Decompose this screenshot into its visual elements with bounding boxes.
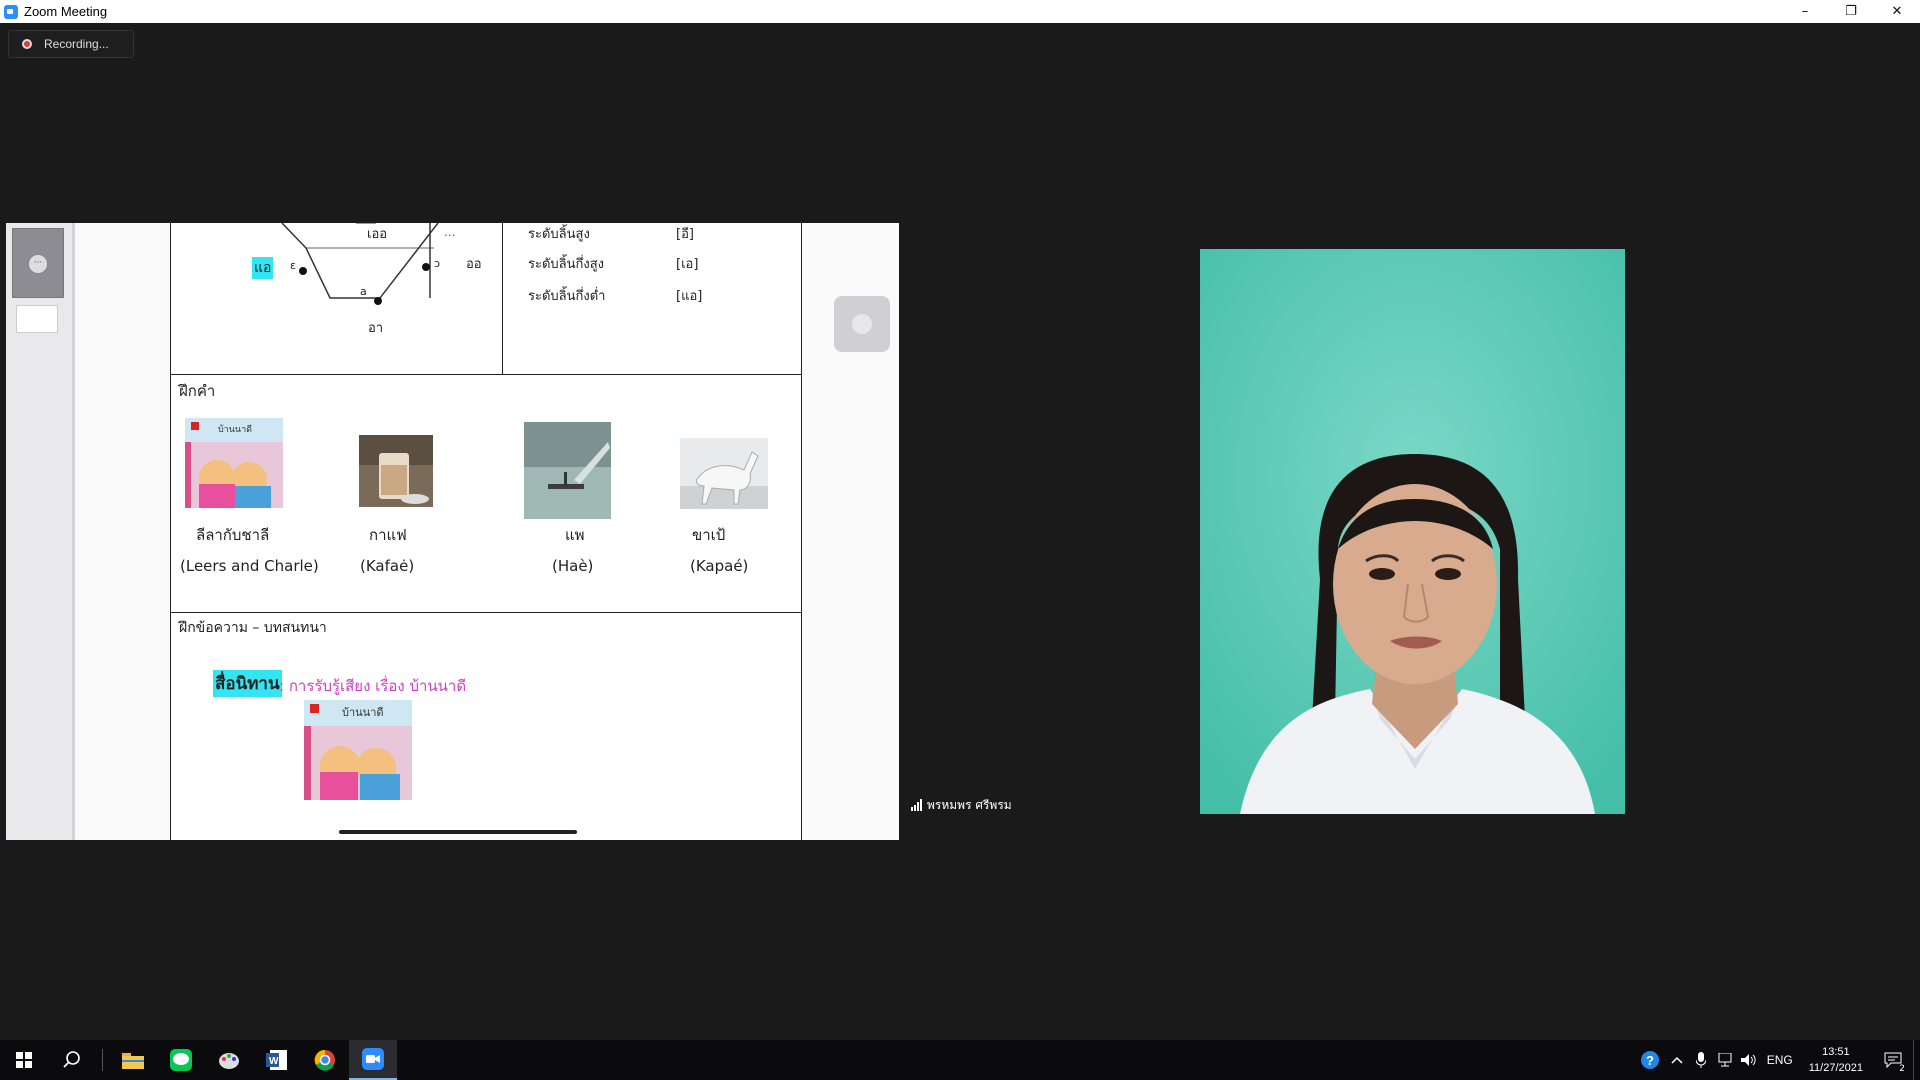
window-title: Zoom Meeting — [24, 4, 108, 19]
vowel-label-o-open: ɔ — [434, 257, 441, 270]
chevron-up-icon — [1671, 1056, 1683, 1064]
participant-video-frame — [1200, 249, 1625, 814]
word-3-roman: (Haè) — [552, 557, 594, 575]
vowel-trapezoid-diagram — [281, 223, 439, 305]
more-icon: ··· — [29, 255, 47, 273]
show-desktop-button[interactable] — [1913, 1040, 1920, 1080]
file-explorer-button[interactable] — [109, 1040, 157, 1080]
start-button[interactable] — [0, 1040, 48, 1080]
vowel-label-epsilon: ɛ — [290, 259, 296, 272]
word-1-thai: ลีลากับชาลี — [196, 526, 270, 544]
recording-indicator[interactable]: Recording... — [8, 30, 134, 58]
signal-strength-icon — [911, 799, 922, 811]
input-language[interactable]: ENG — [1761, 1053, 1799, 1067]
network-tray-button[interactable] — [1713, 1040, 1737, 1080]
restore-button[interactable]: ❐ — [1828, 0, 1874, 23]
search-button[interactable] — [48, 1040, 96, 1080]
notification-count: 2 — [1897, 1064, 1907, 1074]
table-divider — [502, 223, 503, 374]
word-app-button[interactable]: W — [253, 1040, 301, 1080]
slide-thumbnail-2[interactable] — [16, 305, 58, 333]
speaker-icon — [1740, 1054, 1756, 1066]
participant-video[interactable] — [1200, 249, 1625, 814]
section-title-practice-words: ฝึกคำ — [179, 382, 216, 400]
tongue-level-high: ระดับลิ้นสูง — [528, 227, 590, 242]
tongue-level-mid-low: ระดับลิ้นกึ่งต่ำ — [528, 289, 606, 304]
paint-icon — [219, 1053, 239, 1069]
shared-screen: ··· เออ ... แอ ɛ ɔ ออ a อา ระดับลิ้นสูง … — [6, 223, 899, 840]
line-icon — [170, 1049, 192, 1071]
microphone-icon — [1695, 1052, 1706, 1068]
raft-image — [524, 422, 611, 519]
clock-date: 11/27/2021 — [1808, 1062, 1863, 1074]
vowel-label-oe: เออ — [367, 227, 388, 242]
tongue-ipa-mid-low: [แอ] — [676, 289, 703, 304]
windows-icon — [16, 1052, 32, 1068]
floating-annotate-button[interactable] — [834, 296, 890, 352]
word-4-thai: ขาเป้ — [692, 526, 726, 544]
slide-thumbnails-panel: ··· — [6, 223, 75, 840]
word-2-thai: กาแฟ — [369, 526, 407, 544]
svg-text:W: W — [269, 1056, 279, 1067]
coffee-image — [359, 435, 433, 507]
taskbar-separator — [102, 1049, 103, 1071]
close-button[interactable]: ✕ — [1874, 0, 1920, 23]
word-4-roman: (Kapaé) — [690, 557, 749, 575]
paint-app-button[interactable] — [205, 1040, 253, 1080]
section-title-practice-dialogue: ฝึกข้อความ – บทสนทนา — [179, 620, 327, 636]
record-icon — [22, 39, 32, 49]
zoom-app-button[interactable] — [349, 1040, 397, 1080]
horse-image — [680, 438, 768, 509]
vowel-label-a-ipa: a — [360, 285, 367, 298]
taskbar: W ? ENG 13:51 11/27/2021 2 — [0, 1040, 1920, 1080]
word-1-roman: (Leers and Charle) — [180, 557, 319, 575]
chrome-app-button[interactable] — [301, 1040, 349, 1080]
word-3-thai: แพ — [565, 526, 585, 544]
svg-text:?: ? — [1646, 1053, 1654, 1068]
slide-progress-bar — [339, 830, 577, 834]
zoom-icon — [362, 1048, 384, 1070]
media-highlight: สื่อนิทาน — [213, 670, 282, 697]
tongue-level-mid-high: ระดับลิ้นกึ่งสูง — [528, 257, 605, 272]
participant-name: พรหมพร ศรีพรม — [927, 797, 1012, 812]
zoom-app-icon — [4, 4, 18, 19]
recording-label: Recording... — [44, 37, 109, 51]
network-icon — [1718, 1053, 1732, 1067]
table-rule — [170, 612, 801, 613]
book-cover-title: บ้านนาดี — [218, 425, 252, 435]
folder-icon — [122, 1053, 144, 1069]
media-description: : การรับรู้เสียง เรื่อง บ้านนาดี — [279, 677, 467, 695]
action-center-button[interactable]: 2 — [1873, 1040, 1913, 1080]
line-app-button[interactable] — [157, 1040, 205, 1080]
slide-thumbnail-1[interactable]: ··· — [12, 228, 64, 298]
show-hidden-icons-button[interactable] — [1665, 1040, 1689, 1080]
vowel-label-a: อา — [368, 321, 384, 336]
tongue-ipa-high: [อี] — [676, 227, 694, 242]
table-rule — [170, 374, 801, 375]
clock-time: 13:51 — [1822, 1046, 1850, 1058]
minimize-button[interactable]: – — [1782, 0, 1828, 23]
vowel-label-dots: ... — [444, 225, 456, 239]
help-tray-button[interactable]: ? — [1635, 1040, 1665, 1080]
title-bar: Zoom Meeting – ❐ ✕ — [0, 0, 1920, 23]
taskbar-clock[interactable]: 13:51 11/27/2021 — [1799, 1044, 1873, 1076]
system-tray: ? ENG 13:51 11/27/2021 2 — [1635, 1040, 1920, 1080]
word-icon: W — [266, 1050, 287, 1070]
microphone-tray-button[interactable] — [1689, 1040, 1713, 1080]
volume-tray-button[interactable] — [1737, 1040, 1761, 1080]
participant-name-tag: พรหมพร ศรีพรม — [911, 796, 1012, 814]
word-2-roman: (Kafaė) — [360, 557, 415, 575]
vowel-label-aw: ออ — [466, 257, 482, 272]
help-icon: ? — [1640, 1051, 1659, 1069]
chrome-icon — [314, 1049, 335, 1071]
vowel-label-ae: แอ — [252, 257, 274, 279]
tongue-ipa-mid-high: [เอ] — [676, 257, 699, 272]
search-icon — [63, 1051, 80, 1068]
book-cover-title-large: บ้านนาดี — [342, 706, 384, 719]
